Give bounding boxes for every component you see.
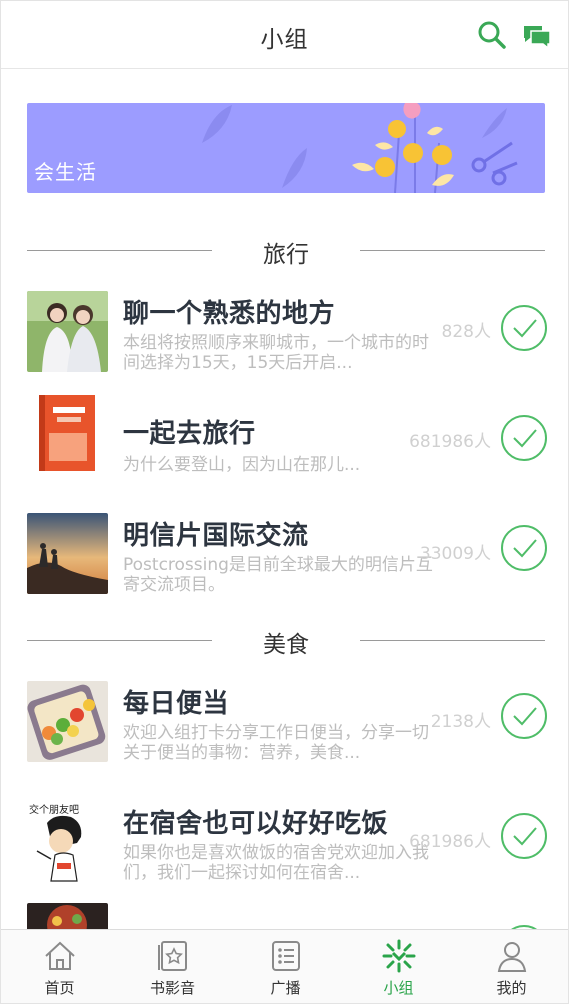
tab-broadcast[interactable]: 广播: [229, 930, 342, 1003]
person-icon: [495, 939, 529, 973]
member-count: 681986人: [409, 432, 491, 452]
member-count: 33009人: [419, 544, 491, 564]
group-description: 如果你也是喜欢做饭的宿舍党欢迎加入我们，我们一起探讨如何在宿舍...: [123, 843, 429, 883]
group-thumbnail: [27, 393, 108, 474]
tab-label: 首页: [44, 979, 75, 997]
group-item[interactable]: 每日便当 欢迎入组打卡分享工作日便当，分享一切关于便当的事物：营养，美食... …: [27, 681, 547, 763]
chat-icon[interactable]: [521, 19, 553, 51]
section-title: 美食: [263, 632, 309, 658]
checkmark-icon: [513, 539, 537, 558]
top-bar: 小组: [1, 1, 568, 69]
group-name: 在宿舍也可以好好吃饭: [123, 809, 389, 839]
group-thumbnail: [27, 513, 108, 594]
group-name: 明信片国际交流: [123, 521, 309, 551]
joined-check-button[interactable]: [501, 415, 547, 461]
bottom-tab-bar: 首页 书影音 广播 小组 我的: [1, 929, 568, 1003]
home-icon: [43, 939, 77, 973]
joined-check-button[interactable]: [501, 693, 547, 739]
tab-label: 我的: [496, 979, 527, 997]
tab-group[interactable]: 小组: [342, 930, 455, 1003]
joined-check-button[interactable]: [501, 813, 547, 859]
promo-banner[interactable]: 会生活: [27, 103, 545, 193]
divider: [360, 640, 545, 641]
group-description: Postcrossing是目前全球最大的明信片互寄交流项目。: [123, 555, 433, 595]
member-count: 828人: [441, 322, 491, 342]
joined-check-button[interactable]: [501, 305, 547, 351]
divider: [360, 250, 545, 251]
checkmark-icon: [513, 707, 537, 726]
broadcast-list-icon: [269, 939, 303, 973]
group-thumbnail: [27, 681, 108, 762]
group-name: 每日便当: [123, 689, 230, 719]
star-card-icon: [156, 939, 190, 973]
group-item[interactable]: 一起去旅行 为什么要登山，因为山在那儿... 681986人: [27, 393, 547, 475]
tab-home[interactable]: 首页: [3, 930, 116, 1003]
group-name: 聊一个熟悉的地方: [123, 299, 336, 329]
tab-label: 广播: [270, 979, 301, 997]
tab-books-movies-music[interactable]: 书影音: [116, 930, 229, 1003]
checkmark-icon: [513, 319, 537, 338]
section-title: 旅行: [263, 242, 309, 268]
tab-mine[interactable]: 我的: [455, 930, 568, 1003]
section-header-food: 美食: [27, 625, 545, 658]
group-item[interactable]: 明信片国际交流 Postcrossing是目前全球最大的明信片互寄交流项目。 3…: [27, 513, 547, 595]
app-frame: 小组 会生活 旅行 聊一个熟悉的地方 本组将按照顺序来聊城市，一个城市的时间选择…: [0, 0, 569, 1004]
group-thumbnail: [27, 291, 108, 372]
group-icon: [382, 939, 416, 973]
tab-label: 书影音: [149, 979, 195, 997]
tab-label: 小组: [383, 979, 414, 997]
group-thumbnail: 交个朋友吧: [27, 801, 108, 882]
banner-illustration: [202, 103, 518, 193]
banner-title: 会生活: [34, 160, 97, 184]
group-description: 本组将按照顺序来聊城市，一个城市的时间选择为15天，15天后开启...: [123, 333, 429, 373]
group-item[interactable]: 聊一个熟悉的地方 本组将按照顺序来聊城市，一个城市的时间选择为15天，15天后开…: [27, 291, 547, 373]
group-description: 为什么要登山，因为山在那儿...: [123, 455, 361, 475]
member-count: 2138人: [430, 712, 491, 732]
group-name: 一起去旅行: [123, 419, 256, 449]
member-count: 681986人: [409, 832, 491, 852]
group-item[interactable]: 交个朋友吧 在宿舍也可以好好吃饭 如果你也是喜欢做饭的宿舍党欢迎加入我们，我们一…: [27, 801, 547, 883]
thumb-caption: 交个朋友吧: [29, 803, 79, 816]
joined-check-button[interactable]: [501, 525, 547, 571]
checkmark-icon: [513, 429, 537, 448]
group-description: 欢迎入组打卡分享工作日便当，分享一切关于便当的事物：营养，美食...: [123, 723, 429, 763]
section-header-travel: 旅行: [27, 235, 545, 268]
checkmark-icon: [513, 827, 537, 846]
search-icon[interactable]: [476, 19, 508, 51]
